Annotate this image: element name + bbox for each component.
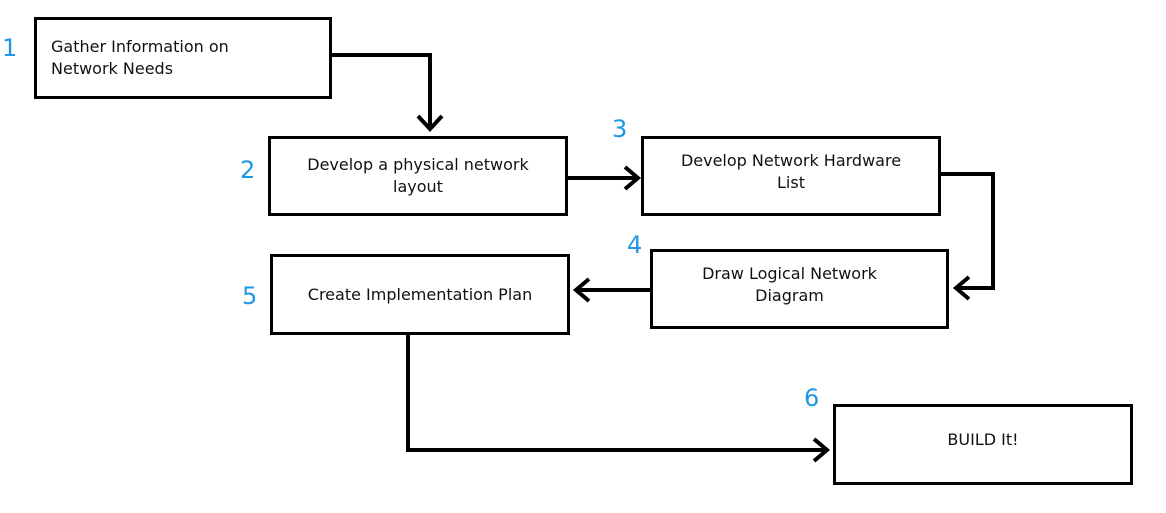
step-3-line2: List — [777, 173, 805, 192]
step-2-line1: Develop a physical network — [307, 155, 529, 174]
step-box-6: BUILD It! — [833, 404, 1133, 485]
arrow-5-to-6 — [406, 333, 826, 452]
step-4-line2: Diagram — [755, 286, 824, 305]
step-1-line1: Gather Information on — [51, 37, 229, 56]
step-box-4: Draw Logical Network Diagram — [650, 249, 949, 329]
step-2-line2: layout — [393, 177, 443, 196]
step-4-line1: Draw Logical Network — [702, 264, 877, 283]
step-number-6: 6 — [804, 384, 820, 412]
step-number-2: 2 — [240, 156, 256, 184]
step-5-line1: Create Implementation Plan — [307, 284, 533, 304]
step-number-1: 1 — [2, 34, 18, 62]
step-3-line1: Develop Network Hardware — [680, 151, 902, 170]
step-box-3: Develop Network Hardware List — [641, 136, 941, 216]
arrow-1-to-2 — [330, 53, 432, 128]
step-box-2: Develop a physical network layout — [268, 136, 568, 216]
step-number-5: 5 — [242, 282, 258, 310]
step-box-5: Create Implementation Plan — [270, 254, 570, 335]
step-box-1: Gather Information on Network Needs — [34, 17, 332, 99]
step-1-line2: Network Needs — [51, 59, 174, 78]
step-number-3: 3 — [612, 115, 628, 143]
step-6-line1: BUILD It! — [947, 429, 1019, 449]
step-number-4: 4 — [627, 231, 643, 259]
